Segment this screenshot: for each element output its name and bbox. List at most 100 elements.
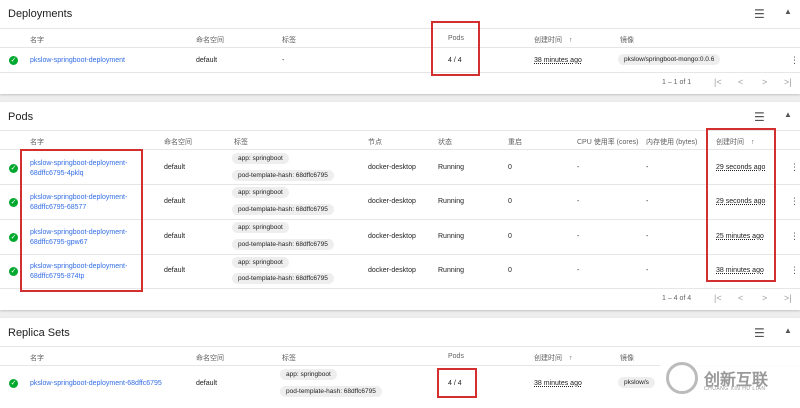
col-created[interactable]: 创建时间 ↑ <box>534 353 572 363</box>
highlight-box-pods <box>437 368 477 398</box>
label-chip: app: springboot <box>280 369 337 380</box>
chevron-up-icon[interactable]: ▲ <box>784 7 792 16</box>
last-page-icon[interactable]: >| <box>784 293 792 303</box>
node-value: docker-desktop <box>368 164 416 171</box>
col-labels: 标签 <box>234 139 248 146</box>
col-images: 镜像 <box>620 37 634 44</box>
check-circle-icon: ✓ <box>9 267 18 276</box>
highlight-box-pods <box>431 21 480 76</box>
col-labels: 标签 <box>282 355 296 362</box>
col-name: 名字 <box>30 139 44 146</box>
first-page-icon[interactable]: |< <box>714 293 722 303</box>
labels-value: - <box>282 57 285 64</box>
label-chip: app: springboot <box>232 257 289 268</box>
more-vert-icon[interactable]: ⋮ <box>790 265 799 276</box>
deployment-name-link[interactable]: pkslow-springboot-deployment <box>30 57 125 64</box>
prev-page-icon[interactable]: < <box>738 77 743 87</box>
highlight-box-names <box>20 149 143 292</box>
namespace-value: default <box>164 164 186 171</box>
cpu-value: - <box>577 164 580 171</box>
memory-value: - <box>646 233 649 240</box>
next-page-icon[interactable]: > <box>762 293 767 303</box>
memory-value: - <box>646 267 649 274</box>
col-images: 镜像 <box>620 355 634 362</box>
divider <box>0 72 800 73</box>
memory-value: - <box>646 164 649 171</box>
status-value: Running <box>438 233 465 240</box>
col-cpu: CPU 使用率 (cores) <box>577 139 639 146</box>
restarts-value: 0 <box>508 198 512 205</box>
status-value: Running <box>438 267 465 274</box>
prev-page-icon[interactable]: < <box>738 293 743 303</box>
cpu-value: - <box>577 233 580 240</box>
pods-title: Pods <box>8 111 34 123</box>
col-created-label: 创建时间 <box>534 37 562 44</box>
label-chip: pod-template-hash: 68dffc6795 <box>280 386 382 397</box>
check-circle-icon: ✓ <box>9 379 18 388</box>
deployments-title: Deployments <box>8 8 73 20</box>
watermark-logo <box>666 362 698 394</box>
pagination-range: 1 – 4 of 4 <box>662 295 692 302</box>
divider <box>0 346 800 347</box>
divider <box>0 47 800 48</box>
next-page-icon[interactable]: > <box>762 77 767 87</box>
col-node: 节点 <box>368 139 382 146</box>
label-chip: pod-template-hash: 68dffc6795 <box>232 170 334 181</box>
namespace-value: default <box>196 380 218 387</box>
col-status: 状态 <box>438 139 452 146</box>
memory-value: - <box>646 198 649 205</box>
col-namespace: 命名空间 <box>164 139 192 146</box>
status-value: Running <box>438 164 465 171</box>
status-value: Running <box>438 198 465 205</box>
check-circle-icon: ✓ <box>9 233 18 242</box>
label-chip: app: springboot <box>232 187 289 198</box>
created-value: 38 minutes ago <box>534 57 582 64</box>
label-chip: app: springboot <box>232 222 289 233</box>
image-chip: pkslow/springboot-mongo:0.0.6 <box>618 54 721 65</box>
check-circle-icon: ✓ <box>9 198 18 207</box>
filter-icon[interactable]: ☰ <box>754 110 765 124</box>
col-namespace: 命名空间 <box>196 355 224 362</box>
more-vert-icon[interactable]: ⋮ <box>790 196 799 207</box>
filter-icon[interactable]: ☰ <box>754 7 765 21</box>
cpu-value: - <box>577 198 580 205</box>
pods-card: Pods ☰ ▲ 名字 命名空间 标签 节点 状态 重启 CPU 使用率 (co… <box>0 102 800 310</box>
label-chip: pod-template-hash: 68dffc6795 <box>232 273 334 284</box>
restarts-value: 0 <box>508 233 512 240</box>
label-chip: app: springboot <box>232 153 289 164</box>
more-vert-icon[interactable]: ⋮ <box>790 55 799 66</box>
divider <box>0 28 800 29</box>
label-chip: pod-template-hash: 68dffc6795 <box>232 239 334 250</box>
sort-asc-icon: ↑ <box>568 355 573 362</box>
namespace-value: default <box>196 57 218 64</box>
first-page-icon[interactable]: |< <box>714 77 722 87</box>
col-namespace: 命名空间 <box>196 37 224 44</box>
more-vert-icon[interactable]: ⋮ <box>790 231 799 242</box>
more-vert-icon[interactable]: ⋮ <box>790 162 799 173</box>
col-created[interactable]: 创建时间 ↑ <box>534 35 572 45</box>
col-restarts: 重启 <box>508 139 522 146</box>
col-name: 名字 <box>30 37 44 44</box>
pagination-range: 1 – 1 of 1 <box>662 79 692 86</box>
chevron-up-icon[interactable]: ▲ <box>784 326 792 335</box>
restarts-value: 0 <box>508 164 512 171</box>
namespace-value: default <box>164 198 186 205</box>
namespace-value: default <box>164 267 186 274</box>
node-value: docker-desktop <box>368 198 416 205</box>
col-name: 名字 <box>30 355 44 362</box>
replicaset-name-link[interactable]: pkslow-springboot-deployment-68dffc6795 <box>30 380 162 387</box>
filter-icon[interactable]: ☰ <box>754 326 765 340</box>
sort-asc-icon: ↑ <box>568 37 573 44</box>
divider <box>0 130 800 131</box>
restarts-value: 0 <box>508 267 512 274</box>
chevron-up-icon[interactable]: ▲ <box>784 110 792 119</box>
check-circle-icon: ✓ <box>9 56 18 65</box>
col-pods: Pods <box>448 353 464 360</box>
node-value: docker-desktop <box>368 267 416 274</box>
check-circle-icon: ✓ <box>9 164 18 173</box>
last-page-icon[interactable]: >| <box>784 77 792 87</box>
deployments-card: Deployments ☰ ▲ 名字 命名空间 标签 Pods 创建时间 ↑ 镜… <box>0 0 800 94</box>
cpu-value: - <box>577 267 580 274</box>
image-chip: pkslow/s <box>618 377 655 388</box>
node-value: docker-desktop <box>368 233 416 240</box>
